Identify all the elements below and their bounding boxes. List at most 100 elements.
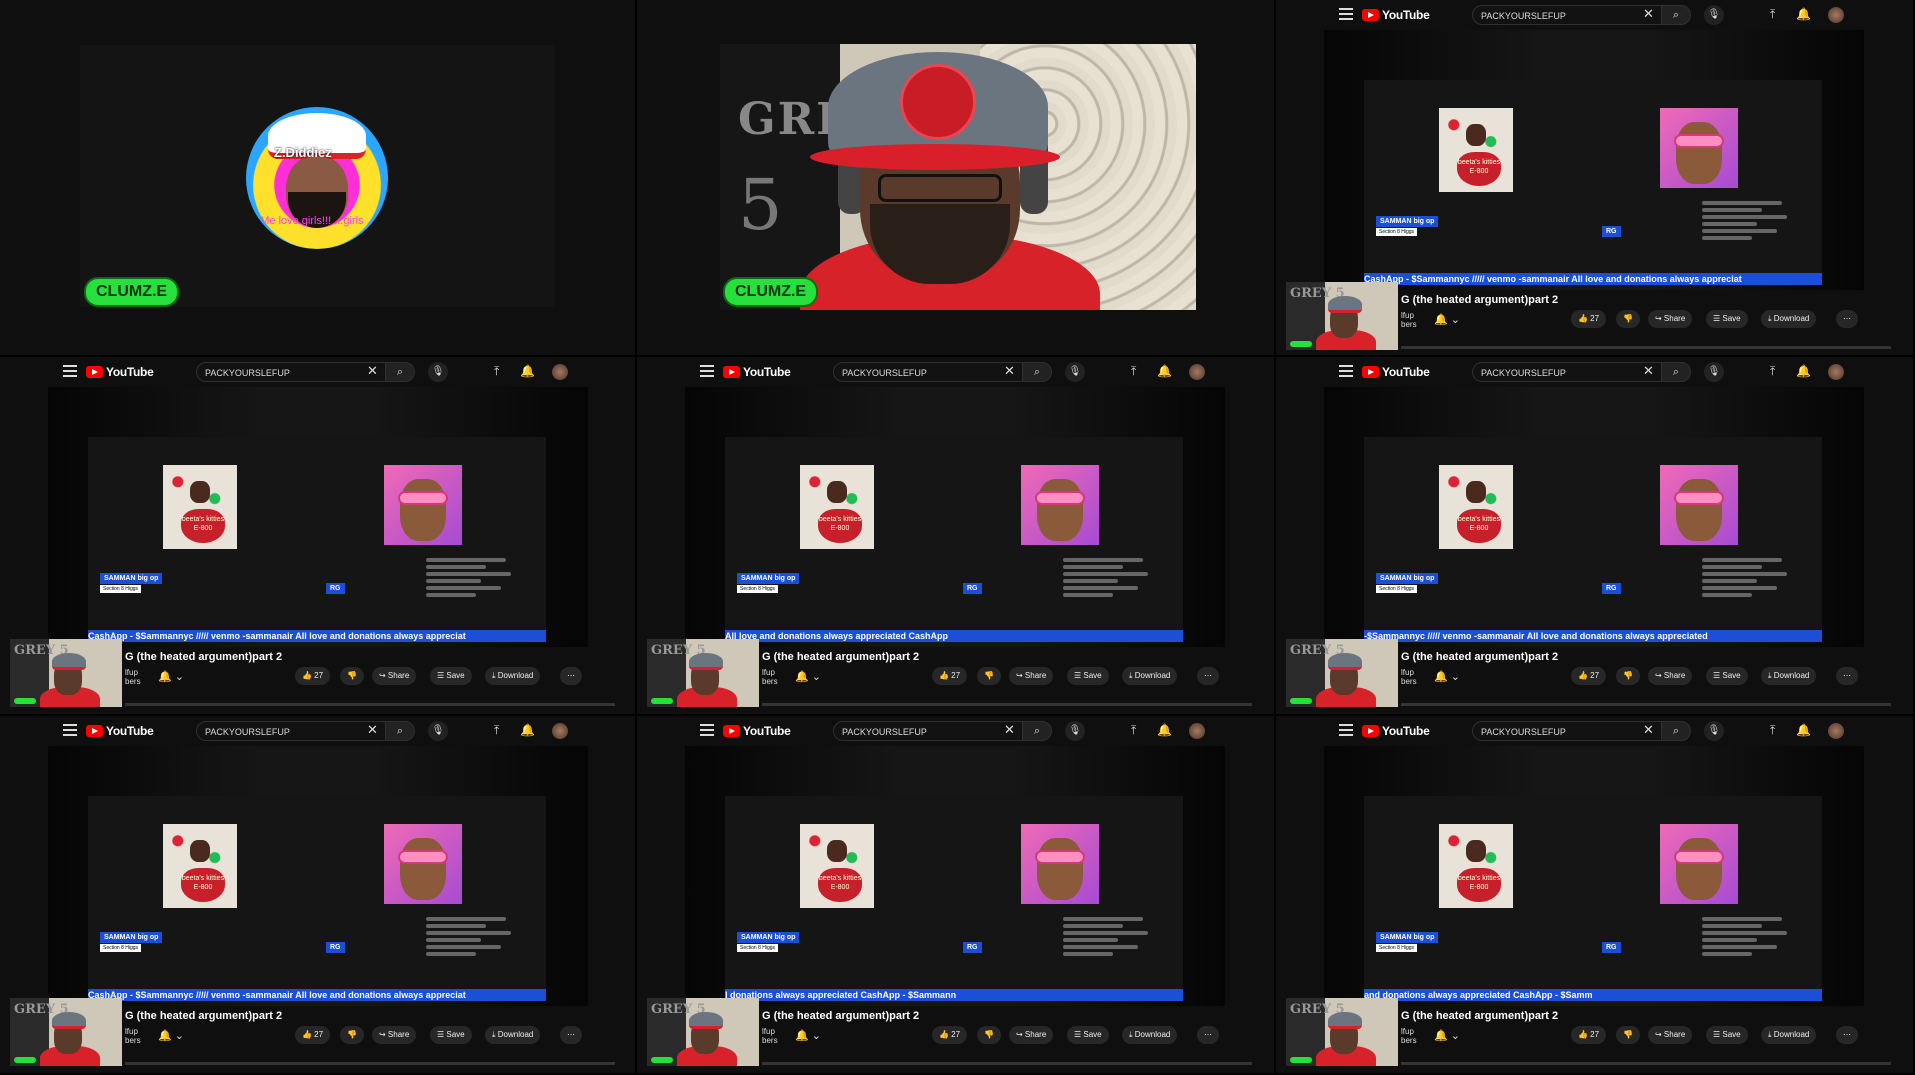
menu-icon[interactable] (63, 365, 77, 377)
clear-search-icon[interactable]: ✕ (1643, 6, 1654, 22)
video-player[interactable]: beeta's kitties E-800 SAMMAN big op Sect… (1324, 746, 1864, 1006)
mic-icon[interactable]: 🎙 (1065, 362, 1085, 382)
like-button[interactable]: 👍 27 (1571, 667, 1607, 685)
progress-bar[interactable] (125, 1062, 615, 1065)
menu-icon[interactable] (1339, 8, 1353, 20)
account-avatar-icon[interactable] (552, 723, 568, 739)
save-button[interactable]: ☰ Save (430, 667, 472, 685)
upload-icon[interactable]: ⤒ (1770, 364, 1775, 379)
account-avatar-icon[interactable] (1828, 7, 1844, 23)
save-button[interactable]: ☰ Save (430, 1026, 472, 1044)
progress-bar[interactable] (1401, 346, 1891, 349)
dislike-button[interactable]: 👎 (340, 667, 364, 685)
dislike-button[interactable]: 👎 (1616, 1026, 1640, 1044)
save-button[interactable]: ☰ Save (1706, 667, 1748, 685)
dislike-button[interactable]: 👎 (340, 1026, 364, 1044)
menu-icon[interactable] (1339, 365, 1353, 377)
share-button[interactable]: ↪ Share (1648, 667, 1693, 685)
like-button[interactable]: 👍 27 (932, 1026, 968, 1044)
notifications-icon[interactable]: 🔔 (520, 723, 535, 737)
search-input[interactable]: PACKYOURSLEFUP (833, 721, 1023, 741)
video-player[interactable]: beeta's kitties E-800 SAMMAN big op Sect… (1324, 387, 1864, 647)
dislike-button[interactable]: 👎 (1616, 667, 1640, 685)
youtube-logo[interactable]: YouTube (723, 724, 791, 738)
mic-icon[interactable]: 🎙 (1065, 721, 1085, 741)
notifications-icon[interactable]: 🔔 (1796, 364, 1811, 378)
notifications-icon[interactable]: 🔔 (520, 364, 535, 378)
progress-bar[interactable] (125, 703, 615, 706)
menu-icon[interactable] (1339, 724, 1353, 736)
download-button[interactable]: ⤓ Download (485, 667, 541, 685)
share-button[interactable]: ↪ Share (1009, 1026, 1054, 1044)
account-avatar-icon[interactable] (1828, 364, 1844, 380)
youtube-logo[interactable]: YouTube (86, 724, 154, 738)
video-player[interactable]: beeta's kitties E-800 SAMMAN big op Sect… (685, 387, 1225, 647)
youtube-logo[interactable]: YouTube (1362, 724, 1430, 738)
search-input[interactable]: PACKYOURSLEFUP (1472, 5, 1662, 25)
download-button[interactable]: ⤓ Download (1122, 1026, 1178, 1044)
share-button[interactable]: ↪ Share (1009, 667, 1054, 685)
upload-icon[interactable]: ⤒ (494, 723, 499, 738)
menu-icon[interactable] (700, 365, 714, 377)
more-actions-button[interactable]: ⋯ (1836, 1026, 1858, 1044)
upload-icon[interactable]: ⤒ (1131, 364, 1136, 379)
search-button[interactable]: ⌕ (1022, 721, 1052, 741)
search-button[interactable]: ⌕ (385, 721, 415, 741)
video-player[interactable]: beeta's kitties E-800 SAMMAN big op Sect… (685, 746, 1225, 1006)
clear-search-icon[interactable]: ✕ (367, 363, 378, 379)
dislike-button[interactable]: 👎 (977, 667, 1001, 685)
like-button[interactable]: 👍 27 (1571, 1026, 1607, 1044)
channel-name[interactable]: lfup bers (762, 668, 778, 686)
more-actions-button[interactable]: ⋯ (560, 1026, 582, 1044)
download-button[interactable]: ⤓ Download (1761, 667, 1817, 685)
download-button[interactable]: ⤓ Download (485, 1026, 541, 1044)
share-button[interactable]: ↪ Share (372, 667, 417, 685)
search-button[interactable]: ⌕ (1022, 362, 1052, 382)
upload-icon[interactable]: ⤒ (1770, 723, 1775, 738)
more-actions-button[interactable]: ⋯ (1197, 667, 1219, 685)
more-actions-button[interactable]: ⋯ (1836, 667, 1858, 685)
clear-search-icon[interactable]: ✕ (367, 722, 378, 738)
upload-icon[interactable]: ⤒ (494, 364, 499, 379)
channel-name[interactable]: lfup bers (125, 1027, 141, 1045)
video-player[interactable]: beeta's kitties E-800 SAMMAN big op Sect… (48, 746, 588, 1006)
menu-icon[interactable] (63, 724, 77, 736)
progress-bar[interactable] (1401, 1062, 1891, 1065)
notifications-icon[interactable]: 🔔 (1157, 364, 1172, 378)
notifications-icon[interactable]: 🔔 (1796, 723, 1811, 737)
youtube-logo[interactable]: YouTube (1362, 365, 1430, 379)
search-button[interactable]: ⌕ (1661, 721, 1691, 741)
channel-name[interactable]: lfup bers (762, 1027, 778, 1045)
account-avatar-icon[interactable] (1189, 723, 1205, 739)
share-button[interactable]: ↪ Share (1648, 310, 1693, 328)
subscription-bell-button[interactable]: 🔔 ⌄ (1434, 313, 1460, 326)
clear-search-icon[interactable]: ✕ (1643, 722, 1654, 738)
upload-icon[interactable]: ⤒ (1770, 7, 1775, 22)
like-button[interactable]: 👍 27 (932, 667, 968, 685)
download-button[interactable]: ⤓ Download (1122, 667, 1178, 685)
subscription-bell-button[interactable]: 🔔 ⌄ (158, 670, 184, 683)
subscription-bell-button[interactable]: 🔔 ⌄ (158, 1029, 184, 1042)
share-button[interactable]: ↪ Share (1648, 1026, 1693, 1044)
search-input[interactable]: PACKYOURSLEFUP (196, 721, 386, 741)
like-button[interactable]: 👍 27 (1571, 310, 1607, 328)
save-button[interactable]: ☰ Save (1067, 667, 1109, 685)
mic-icon[interactable]: 🎙 (428, 721, 448, 741)
search-input[interactable]: PACKYOURSLEFUP (1472, 721, 1662, 741)
dislike-button[interactable]: 👎 (977, 1026, 1001, 1044)
progress-bar[interactable] (762, 1062, 1252, 1065)
notifications-icon[interactable]: 🔔 (1157, 723, 1172, 737)
search-button[interactable]: ⌕ (1661, 362, 1691, 382)
clear-search-icon[interactable]: ✕ (1004, 722, 1015, 738)
progress-bar[interactable] (762, 703, 1252, 706)
search-input[interactable]: PACKYOURSLEFUP (1472, 362, 1662, 382)
channel-name[interactable]: lfup bers (1401, 1027, 1417, 1045)
like-button[interactable]: 👍 27 (295, 1026, 331, 1044)
download-button[interactable]: ⤓ Download (1761, 1026, 1817, 1044)
subscription-bell-button[interactable]: 🔔 ⌄ (795, 1029, 821, 1042)
mic-icon[interactable]: 🎙 (1704, 5, 1724, 25)
save-button[interactable]: ☰ Save (1706, 310, 1748, 328)
search-button[interactable]: ⌕ (1661, 5, 1691, 25)
menu-icon[interactable] (700, 724, 714, 736)
progress-bar[interactable] (1401, 703, 1891, 706)
